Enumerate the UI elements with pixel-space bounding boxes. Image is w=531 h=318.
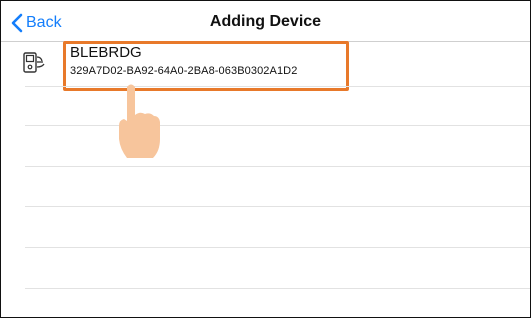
page-title: Adding Device	[209, 13, 322, 30]
list-separator	[25, 125, 530, 126]
list-separator	[25, 206, 530, 207]
ble-bridge-device-icon	[23, 52, 49, 79]
device-list-item[interactable]: BLEBRDG 329A7D02-BA92-64A0-2BA8-063B0302…	[1, 42, 530, 86]
device-name: BLEBRDG	[70, 44, 142, 61]
app-window: Back Adding Device BLEBRDG 329A7D02-BA92…	[0, 0, 531, 318]
list-separator	[25, 288, 530, 289]
device-uuid: 329A7D02-BA92-64A0-2BA8-063B0302A1D2	[70, 65, 298, 77]
list-separator	[25, 86, 530, 87]
navigation-bar: Back Adding Device	[1, 1, 530, 42]
pointing-hand-icon	[113, 81, 163, 166]
list-separator	[25, 166, 530, 167]
list-separator	[25, 247, 530, 248]
